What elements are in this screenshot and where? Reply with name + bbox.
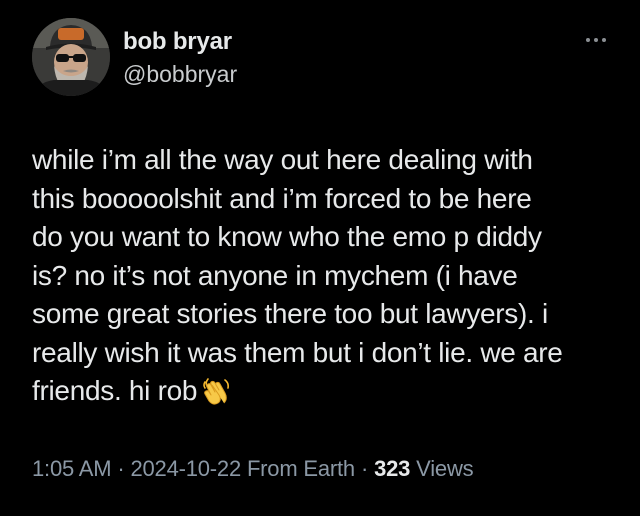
views-label[interactable]: Views [416, 456, 473, 481]
more-options-icon [586, 38, 590, 42]
meta-separator: · [117, 456, 125, 481]
author-handle[interactable]: @bobbryar [123, 60, 237, 88]
tweet-text-line: while i’m all the way out here dealing w… [32, 144, 533, 175]
author-display-name[interactable]: bob bryar [123, 27, 232, 57]
tweet-text-line: this booooolshit and i’m forced to be he… [32, 182, 532, 214]
tweet-text-line: is? no it’s not anyone in mychem (i have [32, 259, 518, 291]
tweet-date[interactable]: 2024-10-22 [130, 456, 241, 481]
meta-separator: · [360, 456, 369, 481]
tweet-metadata: 1:05 AM · 2024-10-22 From Earth · 323 Views [32, 454, 474, 484]
avatar[interactable] [32, 18, 110, 96]
tweet-time[interactable]: 1:05 AM [32, 456, 112, 481]
more-options-button[interactable] [580, 28, 612, 52]
tweet-text: while i’m all the way out here dealing w… [32, 141, 622, 411]
tweet-text-line: some great stories there too but lawyers… [32, 298, 548, 329]
tweet-text-line: friends. hi rob [32, 375, 198, 406]
more-options-dot [594, 38, 598, 42]
tweet-text-last-line: friends. hi rob [32, 372, 622, 411]
more-options-dot [602, 38, 606, 42]
avatar-image [32, 18, 110, 96]
tweet-container: bob bryar @bobbryar while i’m all the wa… [0, 0, 640, 516]
tweet-text-line: really wish it was them but i don’t lie.… [32, 336, 563, 368]
views-count[interactable]: 323 [374, 456, 410, 481]
waving-hand-icon [203, 378, 230, 405]
tweet-source: From Earth [246, 456, 355, 481]
tweet-text-line: do you want to know who the emo p diddy [32, 221, 542, 252]
